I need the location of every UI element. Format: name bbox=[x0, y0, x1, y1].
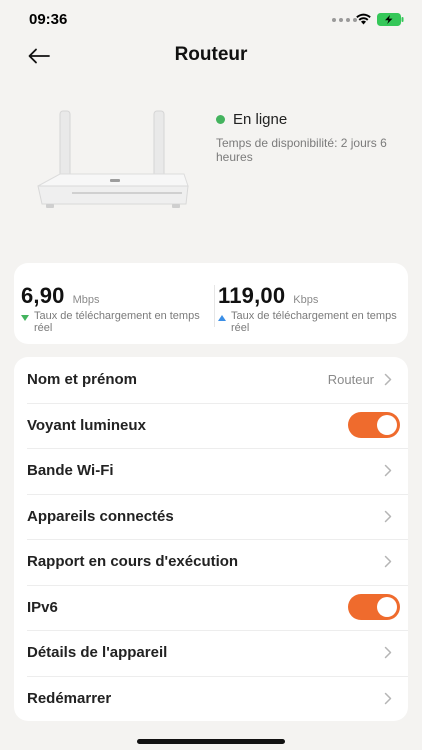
router-icon bbox=[37, 110, 189, 208]
upload-caption: Taux de téléchargement en temps réel bbox=[231, 310, 397, 334]
download-value: 6,90 bbox=[21, 283, 65, 308]
battery-charging-icon bbox=[377, 13, 404, 26]
row-label: Rapport en cours d'exécution bbox=[27, 553, 239, 571]
arrow-up-icon bbox=[218, 315, 226, 321]
chevron-right-icon bbox=[382, 373, 394, 387]
row-value: Routeur bbox=[327, 372, 374, 388]
download-unit: Mbps bbox=[72, 294, 100, 306]
upload-value: 119,00 bbox=[218, 283, 286, 308]
home-indicator[interactable] bbox=[137, 739, 285, 744]
chevron-right-icon bbox=[382, 646, 394, 660]
row-label: Appareils connectés bbox=[27, 507, 174, 525]
settings-row-device-details[interactable]: Détails de l'appareil bbox=[14, 630, 408, 676]
status-dot-icon bbox=[216, 115, 225, 124]
wifi-icon bbox=[356, 13, 371, 25]
row-label: Voyant lumineux bbox=[27, 416, 146, 434]
upload-speed: 119,00 Kbps Taux de téléchargement en te… bbox=[218, 283, 408, 334]
settings-row-ipv6: IPv6 bbox=[14, 584, 408, 631]
status-bar: 09:36 bbox=[0, 0, 422, 40]
settings-row-running-report[interactable]: Rapport en cours d'exécution bbox=[14, 539, 408, 585]
settings-row-wifi-band[interactable]: Bande Wi-Fi bbox=[14, 448, 408, 494]
speed-card: 6,90 Mbps Taux de téléchargement en temp… bbox=[14, 263, 408, 344]
chevron-right-icon bbox=[382, 691, 394, 705]
upload-unit: Kbps bbox=[293, 294, 319, 306]
settings-row-indicator-light: Voyant lumineux bbox=[14, 402, 408, 449]
row-label: Bande Wi-Fi bbox=[27, 462, 114, 480]
download-caption: Taux de téléchargement en temps réel bbox=[34, 310, 200, 334]
row-label: Détails de l'appareil bbox=[27, 644, 168, 662]
arrow-down-icon bbox=[21, 315, 29, 321]
row-label: IPv6 bbox=[27, 598, 58, 616]
signal-dots-icon bbox=[332, 18, 357, 22]
indicator-light-toggle[interactable] bbox=[348, 412, 400, 439]
status-label: En ligne bbox=[233, 111, 288, 128]
settings-row-restart[interactable]: Redémarrer bbox=[14, 675, 408, 722]
online-status: En ligne bbox=[216, 111, 287, 128]
speed-divider bbox=[214, 285, 215, 327]
ipv6-toggle[interactable] bbox=[348, 594, 400, 621]
chevron-right-icon bbox=[382, 555, 394, 569]
row-label: Nom et prénom bbox=[27, 371, 138, 389]
chevron-right-icon bbox=[382, 509, 394, 523]
settings-list: Nom et prénom Routeur Voyant lumineux Ba… bbox=[14, 357, 408, 721]
download-speed: 6,90 Mbps Taux de téléchargement en temp… bbox=[21, 283, 211, 334]
page-title: Routeur bbox=[174, 44, 248, 65]
settings-row-connected-devices[interactable]: Appareils connectés bbox=[14, 493, 408, 540]
status-time: 09:36 bbox=[29, 11, 68, 28]
uptime-text: Temps de disponibilité: 2 jours 6 heures bbox=[216, 136, 387, 164]
row-label: Redémarrer bbox=[27, 689, 112, 707]
settings-row-name[interactable]: Nom et prénom Routeur bbox=[14, 357, 408, 403]
chevron-right-icon bbox=[382, 464, 394, 478]
